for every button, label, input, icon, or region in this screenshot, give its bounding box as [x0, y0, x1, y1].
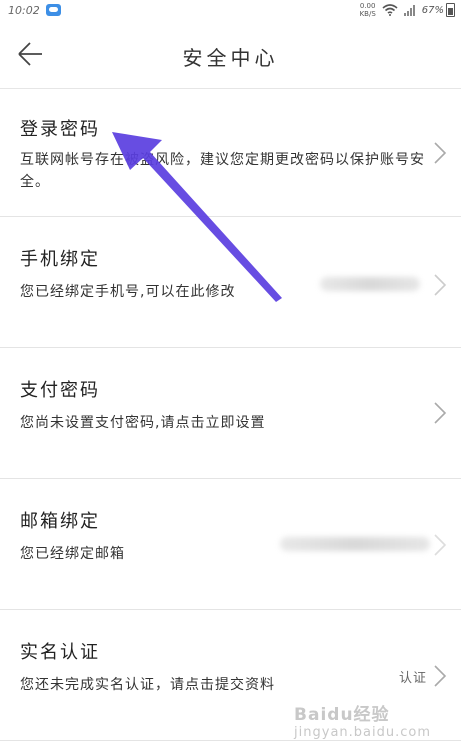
network-speed-value: 0.00: [359, 2, 376, 10]
menu-item-payment-password[interactable]: 支付密码 您尚未设置支付密码,请点击立即设置: [0, 348, 461, 479]
network-speed: 0.00 KB/S: [360, 2, 376, 18]
status-indicators: 0.00 KB/S 67%: [360, 2, 455, 18]
chevron-right-icon: [434, 274, 447, 296]
item-title: 登录密码: [20, 119, 100, 140]
page-title: 安全中心: [182, 46, 279, 70]
menu-item-login-password[interactable]: 登录密码 互联网帐号存在被盗风险，建议您定期更改密码以保护账号安全。: [0, 89, 461, 217]
nav-bar: 安全中心: [0, 20, 461, 89]
cloud-icon: [45, 4, 61, 16]
signal-icon: [403, 4, 415, 16]
chevron-right-icon: [434, 534, 447, 556]
bound-email-blurred: [280, 537, 430, 551]
status-time: 10:02: [8, 3, 40, 17]
item-title: 手机绑定: [20, 249, 100, 270]
item-description: 您尚未设置支付密码,请点击立即设置: [20, 415, 266, 431]
item-description: 互联网帐号存在被盗风险，建议您定期更改密码以保护账号安全。: [20, 152, 425, 190]
menu-item-phone-binding[interactable]: 手机绑定 您已经绑定手机号,可以在此修改: [0, 217, 461, 348]
item-title: 实名认证: [20, 642, 100, 663]
battery-level: 67%: [421, 4, 444, 16]
chevron-right-icon: [434, 665, 447, 687]
watermark-brand: Baidu经验: [294, 705, 390, 725]
battery-indicator: 67%: [422, 3, 455, 17]
status-bar: 10:02 0.00 KB/S 67%: [0, 0, 461, 20]
chevron-right-icon: [434, 402, 447, 424]
network-speed-unit: KB/S: [359, 10, 376, 18]
bound-phone-number-blurred: [320, 277, 420, 291]
watermark-sub: jingyan.baidu.com: [294, 725, 431, 740]
chevron-right-icon: [434, 142, 447, 164]
verify-label: 认证: [398, 671, 427, 686]
battery-icon: [446, 3, 455, 17]
item-title: 支付密码: [20, 380, 100, 401]
watermark: Baidu经验 jingyan.baidu.com: [294, 700, 431, 740]
wifi-icon: [382, 4, 398, 16]
menu-item-email-binding[interactable]: 邮箱绑定 您已经绑定邮箱: [0, 479, 461, 610]
item-description: 您还未完成实名认证，请点击提交资料: [20, 677, 275, 693]
item-title: 邮箱绑定: [20, 511, 100, 532]
